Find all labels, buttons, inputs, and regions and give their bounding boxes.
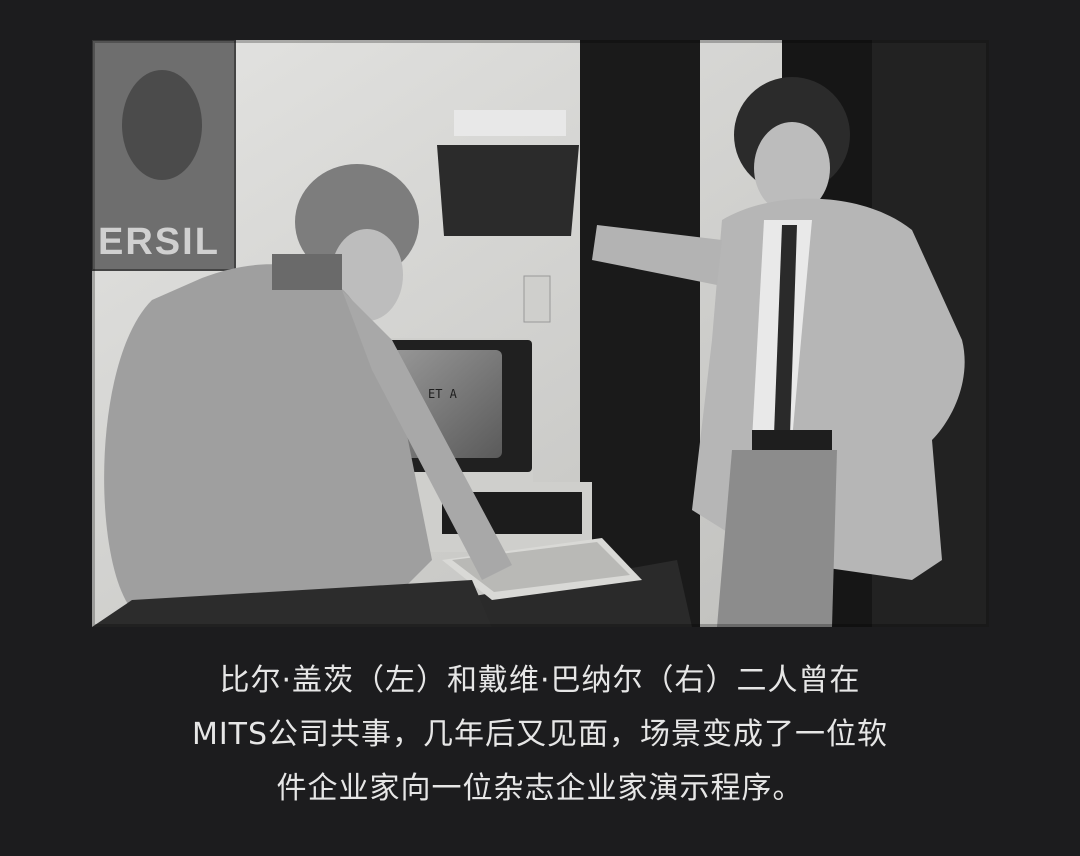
caption-line: 件企业家向一位杂志企业家演示程序。 <box>276 771 804 806</box>
poster: ERSIL <box>92 40 236 271</box>
caption-line: MITS公司共事，几年后又见面，场景变成了一位软 <box>191 717 889 752</box>
magazine-holder <box>437 110 579 236</box>
photo-illustration: ERSIL ET A <box>92 40 989 627</box>
caption-line: 比尔·盖茨（左）和戴维·巴纳尔（右）二人曾在 <box>219 663 861 698</box>
screen-text: ET A <box>428 387 458 401</box>
photo-caption: 比尔·盖茨（左）和戴维·巴纳尔（右）二人曾在 MITS公司共事，几年后又见面，场… <box>60 654 1020 816</box>
light-switch <box>523 275 551 323</box>
poster-text: ERSIL <box>98 221 220 263</box>
photo: ERSIL ET A <box>92 40 989 627</box>
